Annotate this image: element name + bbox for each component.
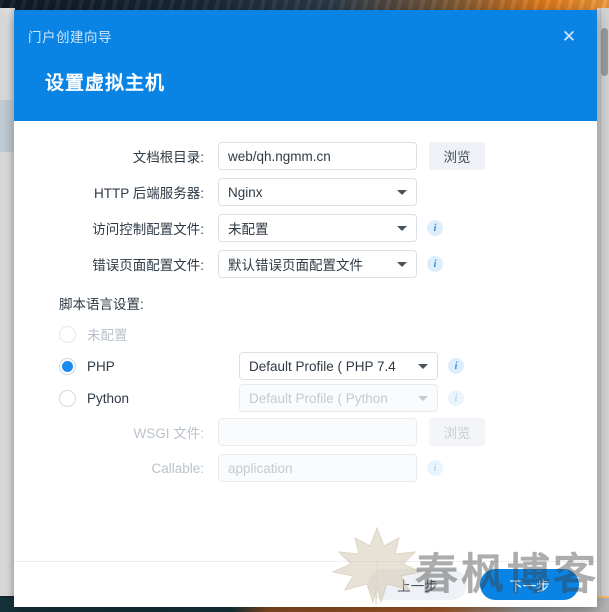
radio-row-php[interactable]: PHP Default Profile ( PHP 7.4 i: [14, 351, 597, 381]
page-scrollbar-track[interactable]: [600, 8, 609, 596]
previous-step-button[interactable]: 上一步: [368, 569, 467, 600]
label-document-root: 文档根目录:: [132, 150, 204, 165]
error-page-value: 默认错误页面配置文件: [228, 258, 363, 273]
form-row-error-page: 错误页面配置文件: 默认错误页面配置文件 i: [14, 247, 597, 281]
dialog-heading: 设置虚拟主机: [45, 73, 166, 94]
next-step-button[interactable]: 下一步: [480, 569, 579, 600]
radio-row-none[interactable]: 未配置: [14, 319, 597, 349]
error-page-select[interactable]: 默认错误页面配置文件: [218, 250, 417, 278]
document-root-value: web/qh.ngmm.cn: [228, 148, 331, 164]
chevron-down-icon: [397, 262, 407, 267]
chevron-down-icon: [418, 364, 428, 369]
http-backend-select[interactable]: Nginx: [218, 178, 417, 206]
python-profile-select: Default Profile ( Python: [239, 384, 438, 412]
php-profile-value: Default Profile ( PHP 7.4: [249, 358, 396, 374]
document-root-browse-button[interactable]: 浏览: [429, 142, 485, 170]
chevron-down-icon: [397, 190, 407, 195]
form-row-wsgi-file: WSGI 文件: 浏览: [14, 415, 597, 449]
script-language-section-label: 脚本语言设置:: [59, 297, 144, 312]
radio-label-python: Python: [87, 390, 130, 406]
php-profile-select[interactable]: Default Profile ( PHP 7.4: [239, 352, 438, 380]
background-window-right-edge: [597, 8, 609, 596]
access-control-info-icon[interactable]: i: [427, 220, 443, 236]
label-error-page: 错误页面配置文件:: [92, 258, 204, 273]
callable-input: application: [218, 454, 417, 482]
wsgi-file-input: [218, 418, 417, 446]
label-wsgi-file: WSGI 文件:: [133, 426, 205, 441]
access-control-value: 未配置: [228, 222, 269, 237]
form-row-document-root: 文档根目录: web/qh.ngmm.cn 浏览: [14, 139, 597, 173]
dialog-title: 门户创建向导: [28, 30, 112, 45]
callable-info-icon: i: [427, 460, 443, 476]
chevron-down-icon: [418, 396, 428, 401]
dialog-footer: 上一步 下一步: [14, 561, 597, 607]
radio-row-python[interactable]: Python Default Profile ( Python i: [14, 383, 597, 413]
chevron-down-icon: [397, 226, 407, 231]
radio-label-none: 未配置: [87, 328, 128, 343]
dialog-header: 门户创建向导 ✕ 设置虚拟主机: [14, 10, 597, 121]
radio-none[interactable]: [59, 325, 76, 343]
background-window-highlight: [0, 100, 15, 152]
python-profile-value: Default Profile ( Python: [249, 390, 388, 406]
radio-python[interactable]: [59, 389, 76, 407]
form-row-http-backend: HTTP 后端服务器: Nginx: [14, 175, 597, 209]
background-window-left-edge: [0, 8, 15, 596]
label-access-control: 访问控制配置文件:: [92, 222, 204, 237]
callable-placeholder: application: [228, 460, 293, 476]
close-icon[interactable]: ✕: [556, 23, 582, 49]
radio-php[interactable]: [59, 357, 76, 375]
php-profile-info-icon[interactable]: i: [448, 358, 464, 374]
virtual-host-wizard-dialog: 门户创建向导 ✕ 设置虚拟主机 文档根目录: web/qh.ngmm.cn 浏览…: [14, 10, 597, 607]
dialog-body: 文档根目录: web/qh.ngmm.cn 浏览 HTTP 后端服务器: Ngi…: [14, 121, 597, 561]
form-row-access-control: 访问控制配置文件: 未配置 i: [14, 211, 597, 245]
label-http-backend: HTTP 后端服务器:: [93, 186, 204, 201]
form-row-callable: Callable: application i: [14, 451, 597, 485]
label-callable: Callable:: [151, 460, 204, 476]
radio-label-php: PHP: [87, 358, 115, 374]
error-page-info-icon[interactable]: i: [427, 256, 443, 272]
page-scrollbar-thumb[interactable]: [601, 28, 608, 76]
http-backend-value: Nginx: [228, 184, 263, 200]
wsgi-file-browse-button: 浏览: [429, 418, 485, 446]
document-root-input[interactable]: web/qh.ngmm.cn: [218, 142, 417, 170]
access-control-select[interactable]: 未配置: [218, 214, 417, 242]
python-profile-info-icon: i: [448, 390, 464, 406]
